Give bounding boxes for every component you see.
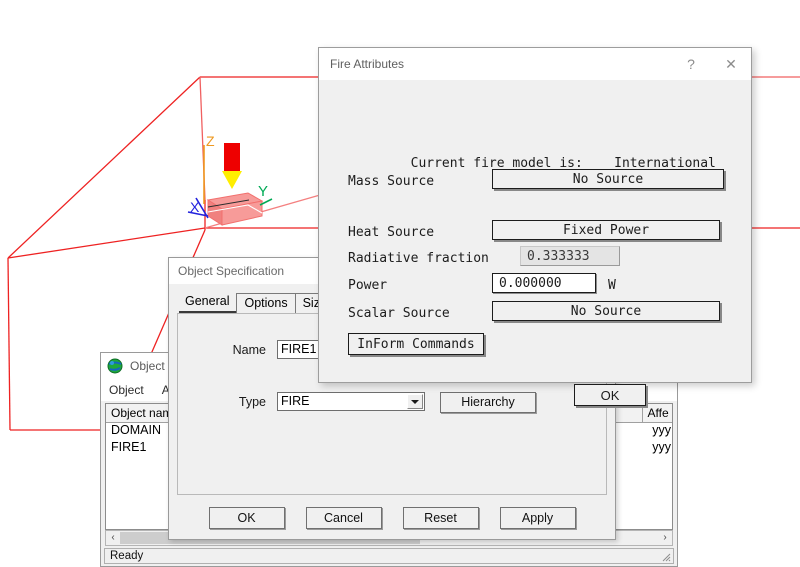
axis-label-z: Z [206,133,215,149]
object-specification-title: Object Specification [178,264,285,278]
status-text: Ready [110,550,144,562]
mass-source-label: Mass Source [348,174,435,189]
axis-label-y: Y [258,183,268,200]
inform-commands-button[interactable]: InForm Commands [348,333,484,355]
reset-button[interactable]: Reset [402,507,479,529]
cell-affects: yyy [652,440,671,454]
fire-ok-button[interactable]: OK [574,384,646,406]
ok-button[interactable]: OK [208,507,285,529]
power-input[interactable]: 0.000000 [492,273,596,293]
scroll-left-arrow-icon[interactable]: ‹ [106,531,120,545]
apply-button[interactable]: Apply [499,507,576,529]
help-icon[interactable]: ? [671,48,711,80]
type-field-row: Type FIRE [194,392,425,411]
cancel-button[interactable]: Cancel [305,507,382,529]
heat-source-button[interactable]: Fixed Power [492,220,720,240]
close-icon[interactable]: ✕ [711,48,751,80]
tab-general[interactable]: General [179,292,238,313]
type-dropdown-value: FIRE [281,394,310,408]
type-label: Type [238,394,266,409]
menu-object[interactable]: Object [109,383,144,397]
dialog-button-bar: OK Cancel Reset Apply [169,507,615,529]
status-bar: Ready [104,548,674,564]
cell-affects: yyy [652,423,671,437]
screen-root: Z Y X Object M Object Act [0,0,800,567]
hierarchy-button[interactable]: Hierarchy [440,392,536,413]
chevron-down-icon[interactable] [407,394,423,409]
resize-grip-icon[interactable] [659,550,671,562]
name-label: Name [232,342,266,357]
fire-marker-icon [222,143,242,189]
tab-strip[interactable]: General Options Size [179,292,335,313]
scalar-source-label: Scalar Source [348,306,450,321]
radiative-fraction-field: 0.333333 [520,246,620,266]
fire-attributes-body: Current fire model is: International Mas… [320,81,750,406]
mass-source-button[interactable]: No Source [492,169,724,189]
power-label: Power [348,278,388,293]
column-header-affects[interactable]: Affe [642,404,672,423]
fire-attributes-dialog[interactable]: Fire Attributes ? ✕ Current fire model i… [318,47,752,406]
power-unit-label: W [608,278,616,293]
titlebar-buttons: ? ✕ [671,48,751,80]
fire-object-box [206,192,264,226]
tab-options[interactable]: Options [236,293,296,313]
type-dropdown[interactable]: FIRE [277,392,425,411]
fire-attributes-titlebar[interactable]: Fire Attributes ? ✕ [319,48,751,80]
radiative-fraction-label: Radiative fraction [348,251,489,266]
fire-attributes-title: Fire Attributes [330,57,405,71]
globe-icon [107,358,123,374]
scroll-right-arrow-icon[interactable]: › [658,531,672,545]
axis-label-x: X [190,199,200,215]
heat-source-label: Heat Source [348,225,435,240]
scalar-source-button[interactable]: No Source [492,301,720,321]
